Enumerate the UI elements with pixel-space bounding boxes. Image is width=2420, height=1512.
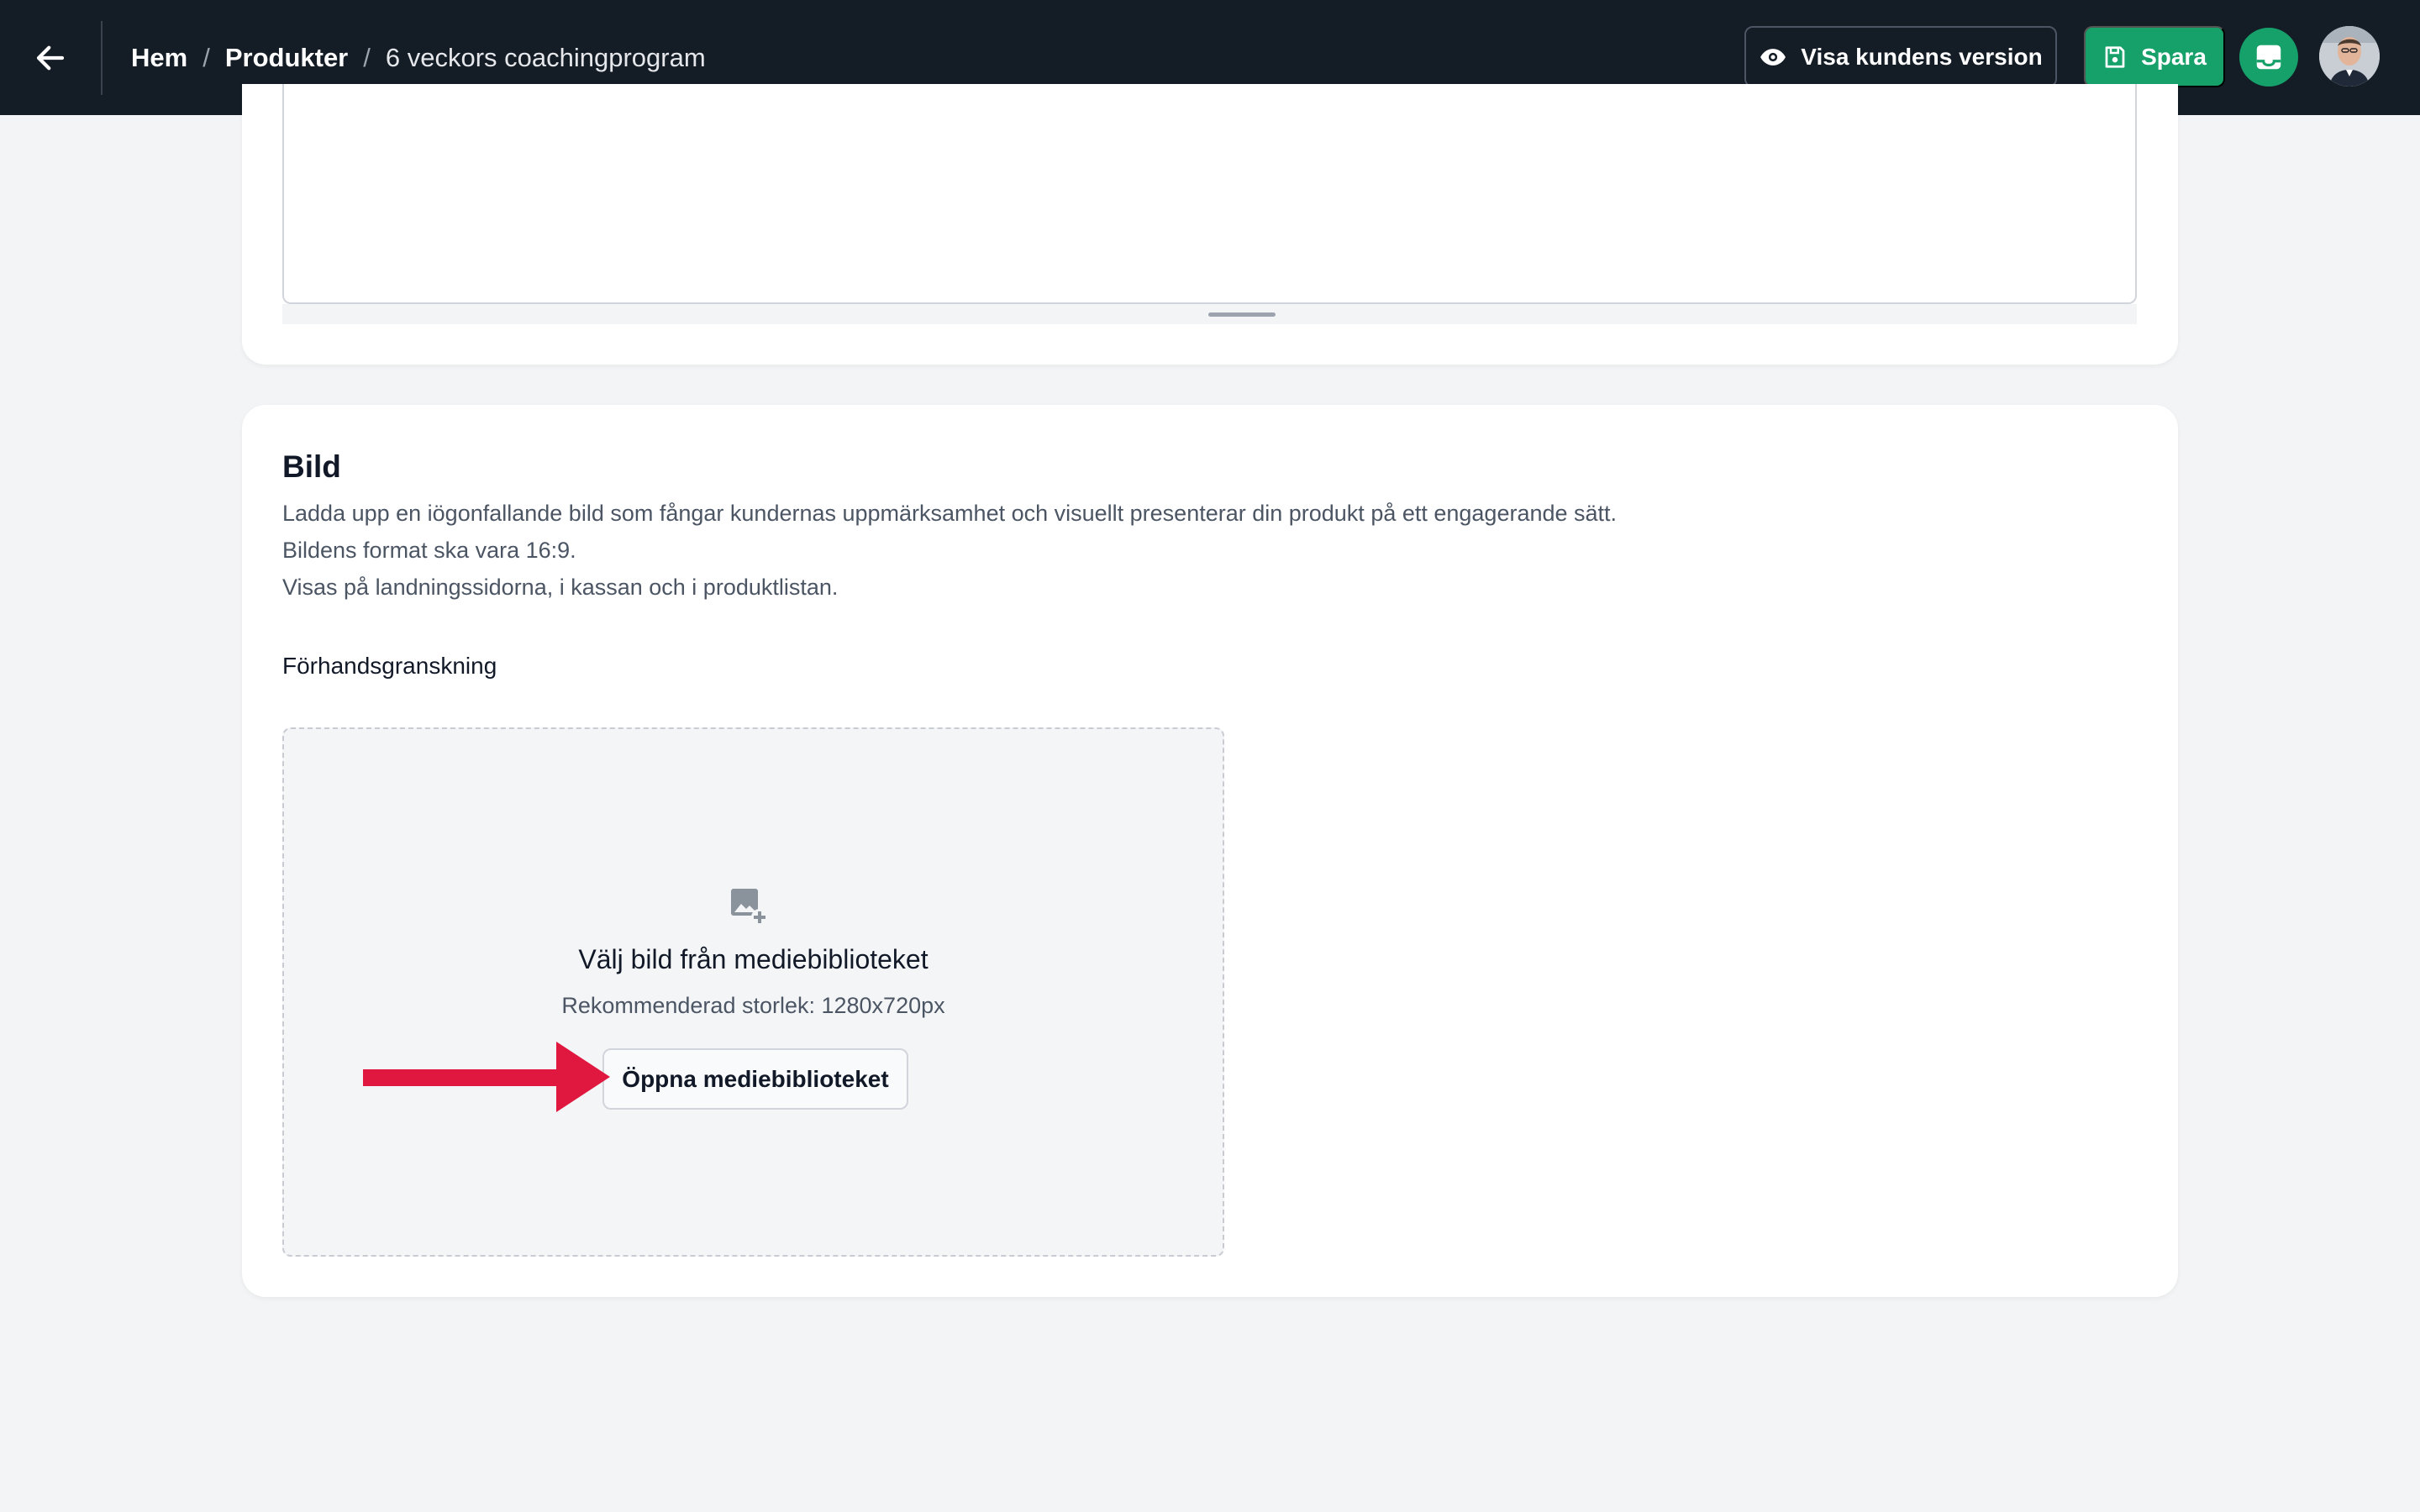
image-dropzone[interactable]: Välj bild från mediebiblioteket Rekommen… (282, 727, 1224, 1257)
customer-preview-label: Visa kundens version (1801, 43, 2043, 70)
avatar-photo (2319, 26, 2380, 87)
chat-button[interactable] (2239, 28, 2298, 87)
red-arrow-annotation (363, 1042, 610, 1112)
section-title: Bild (282, 449, 341, 484)
header-divider (101, 20, 103, 95)
section-description: Ladda upp en iögonfallande bild som fång… (282, 501, 1618, 526)
arrow-left-icon (36, 45, 65, 70)
save-icon (2105, 45, 2125, 68)
breadcrumb-separator: / (363, 42, 371, 72)
preview-label: Förhandsgranskning (282, 653, 497, 679)
breadcrumb-home[interactable]: Hem (131, 43, 187, 73)
chat-icon (2256, 45, 2281, 70)
open-media-library-button[interactable]: Öppna mediebiblioteket (602, 1048, 908, 1110)
customer-preview-button[interactable]: Visa kundens version (1744, 26, 2057, 87)
description-editor[interactable] (282, 84, 2137, 304)
save-label: Spara (2141, 43, 2207, 70)
add-image-icon (731, 889, 768, 926)
section-description: Bildens format ska vara 16:9. (282, 538, 576, 563)
breadcrumb: Hem / Produkter / 6 veckors coachingprog… (131, 43, 706, 73)
description-card (242, 84, 2178, 365)
dropzone-size-hint: Rekommenderad storlek: 1280x720px (561, 993, 945, 1018)
user-avatar[interactable] (2319, 26, 2380, 87)
back-button[interactable] (0, 0, 101, 115)
breadcrumb-current-page: 6 veckors coachingprogram (385, 42, 706, 72)
section-description: Visas på landningssidorna, i kassan och … (282, 575, 839, 600)
eye-icon (1760, 48, 1786, 66)
breadcrumb-separator: / (203, 42, 210, 72)
breadcrumb-products[interactable]: Produkter (225, 43, 348, 73)
save-button[interactable]: Spara (2084, 26, 2225, 87)
image-card: Bild Ladda upp en iögonfallande bild som… (242, 405, 2178, 1297)
editor-resize-handle[interactable] (1208, 312, 1276, 317)
editor-resize-bar (282, 304, 2137, 324)
dropzone-title: Välj bild från mediebiblioteket (578, 944, 929, 974)
